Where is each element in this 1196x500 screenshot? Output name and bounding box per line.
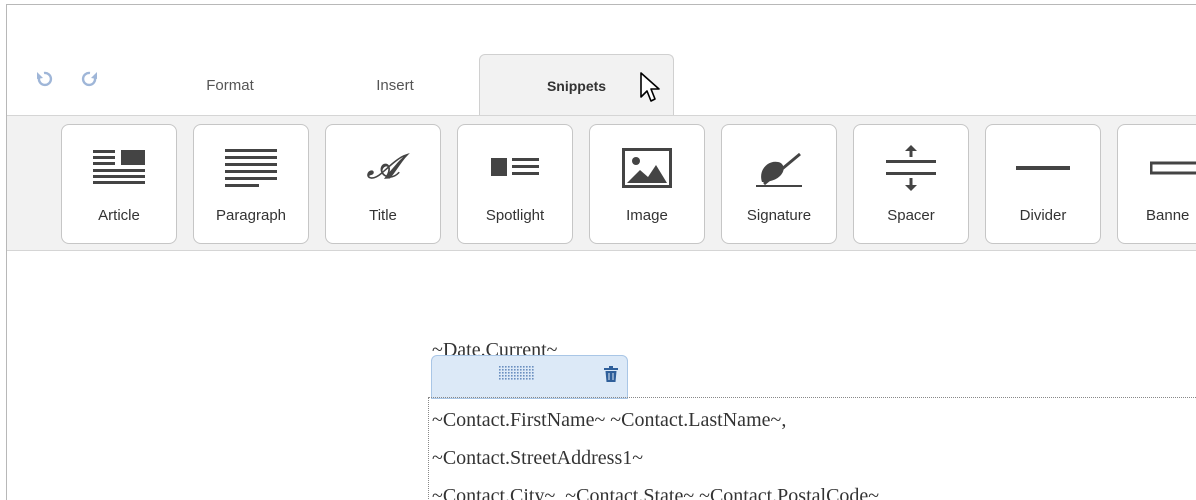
snippet-label: Spotlight xyxy=(485,207,545,224)
spacer-icon xyxy=(886,145,936,191)
trash-icon[interactable] xyxy=(604,366,618,382)
snippet-label: Banne xyxy=(1146,207,1190,224)
snippet-image-button[interactable]: Image xyxy=(589,124,705,244)
snippet-label: Divider xyxy=(1019,207,1067,224)
name-merge-line[interactable]: ~Contact.FirstName~ ~Contact.LastName~, xyxy=(432,409,786,432)
tab-row: Format Insert Snippets xyxy=(7,5,1196,116)
block-handle-bar xyxy=(431,355,628,399)
snippet-label: Article xyxy=(98,207,140,224)
tab-format[interactable]: Format xyxy=(185,55,275,116)
editor-window: Format Insert Snippets Article Paragraph… xyxy=(6,4,1196,500)
image-icon xyxy=(622,148,672,188)
paragraph-icon xyxy=(225,149,277,187)
tab-insert[interactable]: Insert xyxy=(353,55,437,116)
snippet-paragraph-button[interactable]: Paragraph xyxy=(193,124,309,244)
snippet-label: Paragraph xyxy=(215,207,287,224)
snippet-spacer-button[interactable]: Spacer xyxy=(853,124,969,244)
divider-icon xyxy=(1016,166,1070,170)
snippet-label: Signature xyxy=(746,207,812,224)
city-state-merge-line[interactable]: ~Contact.City~, ~Contact.State~ ~Contact… xyxy=(432,485,879,500)
spotlight-icon xyxy=(491,158,539,176)
title-icon: 𝒜 xyxy=(366,149,400,186)
redo-icon[interactable] xyxy=(81,69,99,87)
mouse-cursor-icon xyxy=(640,72,660,102)
snippets-toolbar: Article Paragraph 𝒜 Title Spotlight Imag… xyxy=(7,115,1196,251)
snippet-signature-button[interactable]: Signature xyxy=(721,124,837,244)
banner-icon xyxy=(1150,161,1196,175)
snippet-article-button[interactable]: Article xyxy=(61,124,177,244)
snippet-title-button[interactable]: 𝒜 Title xyxy=(325,124,441,244)
snippet-divider-button[interactable]: Divider xyxy=(985,124,1101,244)
undo-icon[interactable] xyxy=(35,69,53,87)
snippet-label: Image xyxy=(626,207,668,224)
snippet-spotlight-button[interactable]: Spotlight xyxy=(457,124,573,244)
snippet-label: Spacer xyxy=(887,207,935,224)
article-icon xyxy=(93,150,145,184)
drag-handle-icon[interactable] xyxy=(499,366,535,380)
snippet-label: Title xyxy=(369,207,397,224)
snippet-banner-button[interactable]: Banne xyxy=(1117,124,1196,244)
address-merge-line[interactable]: ~Contact.StreetAddress1~ xyxy=(432,447,643,470)
signature-icon xyxy=(756,152,802,187)
email-editor-canvas[interactable]: ~Date.Current~ ~Contact.FirstName~ ~Cont… xyxy=(7,251,1196,500)
